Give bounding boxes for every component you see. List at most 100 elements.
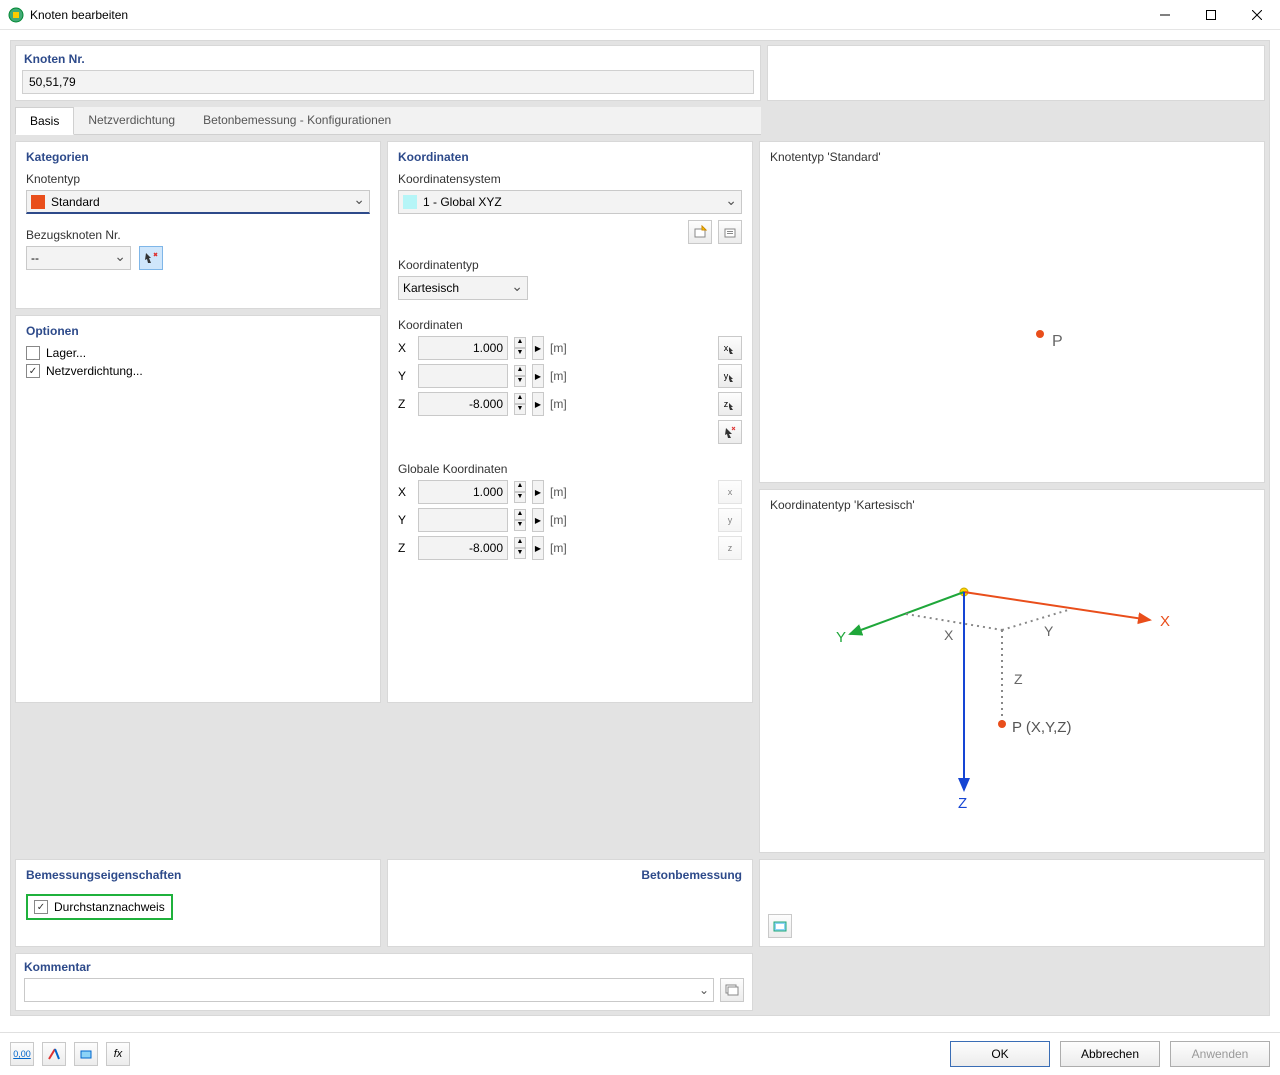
- new-coordsys-button[interactable]: [688, 220, 712, 244]
- pick-refnode-button[interactable]: [139, 246, 163, 270]
- pick-x-button[interactable]: x: [718, 336, 742, 360]
- titlebar: Knoten bearbeiten: [0, 0, 1280, 30]
- tab-basis[interactable]: Basis: [15, 107, 74, 135]
- x-unit: [m]: [550, 341, 567, 355]
- svg-text:X: X: [1160, 613, 1170, 630]
- gx-label: X: [398, 485, 412, 499]
- coordtype-value: Kartesisch: [403, 281, 511, 295]
- y-unit: [m]: [550, 369, 567, 383]
- preview-nodetype: Knotentyp 'Standard' P: [759, 141, 1265, 483]
- minimize-button[interactable]: [1142, 0, 1188, 30]
- refnode-value: --: [31, 251, 114, 265]
- tool2-button[interactable]: [42, 1042, 66, 1066]
- y-spin-up[interactable]: ▲: [514, 365, 526, 376]
- refnode-label: Bezugsknoten Nr.: [26, 228, 370, 242]
- window-title: Knoten bearbeiten: [30, 8, 1142, 22]
- gx-input: [418, 480, 508, 504]
- x-spin-down[interactable]: ▼: [514, 348, 526, 359]
- preview-coordtype: Koordinatentyp 'Kartesisch' X Y Z: [759, 489, 1265, 853]
- y-play[interactable]: ▶: [532, 364, 544, 388]
- punching-checkbox[interactable]: Durchstanznachweis: [26, 894, 173, 920]
- svg-text:Y: Y: [836, 629, 846, 646]
- coordsys-value: 1 - Global XYZ: [423, 195, 725, 209]
- preview-settings-button[interactable]: [768, 914, 792, 938]
- comment-combo[interactable]: [24, 978, 714, 1002]
- svg-text:Z: Z: [958, 795, 967, 812]
- categories-title: Kategorien: [26, 150, 370, 164]
- tabs: Basis Netzverdichtung Betonbemessung - K…: [15, 107, 761, 135]
- gy-unit: [m]: [550, 513, 567, 527]
- z-input[interactable]: [418, 392, 508, 416]
- support-checkbox[interactable]: Lager...: [26, 346, 370, 360]
- z-unit: [m]: [550, 397, 567, 411]
- nodetype-value: Standard: [51, 195, 353, 209]
- preview-nodetype-label: Knotentyp 'Standard': [770, 150, 1254, 164]
- pick-gy-button: y: [718, 508, 742, 532]
- svg-text:P (X,Y,Z): P (X,Y,Z): [1012, 719, 1071, 736]
- apply-button[interactable]: Anwenden: [1170, 1041, 1270, 1067]
- meshref-checkbox[interactable]: Netzverdichtung...: [26, 364, 370, 378]
- fx-button[interactable]: fx: [106, 1042, 130, 1066]
- nodetype-swatch: [31, 195, 45, 209]
- gz-input: [418, 536, 508, 560]
- coord-axes-svg: X Y Z P (X,Y,Z) X Y Z: [770, 512, 1254, 842]
- units-button[interactable]: 0,00: [10, 1042, 34, 1066]
- refnode-combo[interactable]: --: [26, 246, 131, 270]
- x-play[interactable]: ▶: [532, 336, 544, 360]
- design-props-title: Bemessungseigenschaften: [26, 868, 370, 882]
- x-spin-up[interactable]: ▲: [514, 337, 526, 348]
- concrete-design-title: Betonbemessung: [398, 868, 742, 882]
- svg-text:Z: Z: [1014, 671, 1023, 687]
- maximize-button[interactable]: [1188, 0, 1234, 30]
- app-icon: [8, 7, 24, 23]
- edit-coordsys-button[interactable]: [718, 220, 742, 244]
- z-spin-down[interactable]: ▼: [514, 404, 526, 415]
- x-input[interactable]: [418, 336, 508, 360]
- coords-sublabel: Koordinaten: [398, 318, 742, 332]
- nodetype-combo[interactable]: Standard: [26, 190, 370, 214]
- chevron-down-icon: [725, 194, 737, 211]
- y-label: Y: [398, 369, 412, 383]
- x-label: X: [398, 341, 412, 355]
- tab-concrete[interactable]: Betonbemessung - Konfigurationen: [189, 107, 405, 134]
- nodetype-label: Knotentyp: [26, 172, 370, 186]
- p-label: P: [1052, 333, 1063, 350]
- globalcoords-label: Globale Koordinaten: [398, 462, 742, 476]
- ok-button[interactable]: OK: [950, 1041, 1050, 1067]
- node-nr-input[interactable]: [22, 70, 754, 94]
- cancel-button[interactable]: Abbrechen: [1060, 1041, 1160, 1067]
- tool3-button[interactable]: [74, 1042, 98, 1066]
- options-title: Optionen: [26, 324, 370, 338]
- tab-mesh[interactable]: Netzverdichtung: [74, 107, 189, 134]
- z-play[interactable]: ▶: [532, 392, 544, 416]
- comment-title: Kommentar: [16, 954, 752, 978]
- coordsys-swatch: [403, 195, 417, 209]
- svg-text:X: X: [944, 627, 954, 643]
- y-input[interactable]: [418, 364, 508, 388]
- pick-z-button[interactable]: z: [718, 392, 742, 416]
- y-spin-down[interactable]: ▼: [514, 376, 526, 387]
- pick-xyz-button[interactable]: [718, 420, 742, 444]
- svg-text:Y: Y: [1044, 623, 1054, 639]
- chevron-down-icon: [114, 250, 126, 267]
- z-label: Z: [398, 397, 412, 411]
- coordsys-combo[interactable]: 1 - Global XYZ: [398, 190, 742, 214]
- pick-gz-button: z: [718, 536, 742, 560]
- coords-title: Koordinaten: [398, 150, 742, 164]
- pick-gx-button: x: [718, 480, 742, 504]
- gx-unit: [m]: [550, 485, 567, 499]
- comment-library-button[interactable]: [720, 978, 744, 1002]
- coordtype-combo[interactable]: Kartesisch: [398, 276, 528, 300]
- node-nr-label: Knoten Nr.: [16, 46, 760, 70]
- gz-label: Z: [398, 541, 412, 555]
- gz-unit: [m]: [550, 541, 567, 555]
- z-spin-up[interactable]: ▲: [514, 393, 526, 404]
- footer: 0,00 fx OK Abbrechen Anwenden: [0, 1032, 1280, 1075]
- meshref-label: Netzverdichtung...: [46, 364, 143, 378]
- close-button[interactable]: [1234, 0, 1280, 30]
- preview-coordtype-label: Koordinatentyp 'Kartesisch': [770, 498, 1254, 512]
- preview-blank: [767, 45, 1265, 101]
- chevron-down-icon: [353, 193, 365, 210]
- chevron-down-icon: [511, 280, 523, 297]
- pick-y-button[interactable]: y: [718, 364, 742, 388]
